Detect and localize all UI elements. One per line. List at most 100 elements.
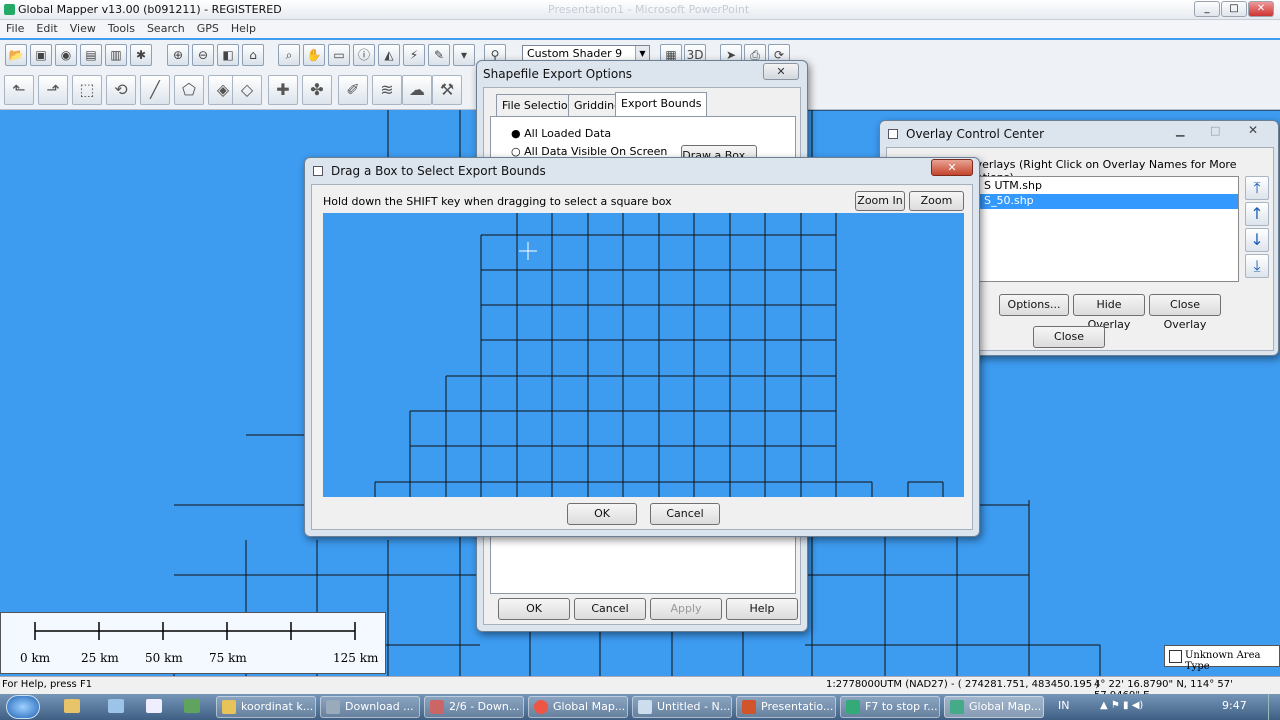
full-view-icon[interactable]: ◧	[217, 44, 239, 66]
overlay-close-icon[interactable]: ✕	[1248, 123, 1258, 137]
catalog-icon[interactable]: ▤	[80, 44, 102, 66]
scale-ruler	[34, 622, 356, 640]
shapefile-help-button[interactable]: Help	[726, 598, 798, 620]
hide-overlay-button[interactable]: Hide Overlay	[1073, 294, 1145, 331]
config-icon[interactable]: ▥	[105, 44, 127, 66]
quicklaunch-folder-icon[interactable]	[64, 699, 80, 713]
menu-search[interactable]: Search	[141, 20, 191, 35]
save-icon[interactable]: ▣	[30, 44, 52, 66]
open-icon[interactable]: 📂	[5, 44, 27, 66]
overlay-minimize-icon[interactable]: ▁	[1176, 124, 1184, 137]
tools-icon[interactable]: ✱	[130, 44, 152, 66]
move-icon[interactable]: ⬏	[38, 75, 68, 105]
status-help: For Help, press F1	[2, 679, 93, 690]
task-powerpoint[interactable]: Presentatio...	[736, 696, 836, 718]
tray-icons[interactable]: ▲ ⚑ ▮ ◀)	[1100, 700, 1143, 711]
zoom-in-button[interactable]: Zoom In	[855, 191, 905, 211]
point-icon[interactable]: ✚	[268, 75, 298, 105]
overlay-close-button[interactable]: Close	[1033, 326, 1105, 348]
menu-bar: File Edit View Tools Search GPS Help	[0, 20, 1280, 38]
rotate-icon[interactable]: ⟲	[106, 75, 136, 105]
quicklaunch-desktop-icon[interactable]	[146, 699, 162, 713]
drag-ok-button[interactable]: OK	[567, 503, 637, 525]
language-indicator[interactable]: IN	[1058, 699, 1069, 712]
task-global-mapper-browser[interactable]: Global Map...	[528, 696, 628, 718]
menu-gps[interactable]: GPS	[191, 20, 225, 35]
menu-help[interactable]: Help	[225, 20, 262, 35]
task-recorder[interactable]: F7 to stop r...	[840, 696, 940, 718]
start-button[interactable]	[6, 695, 40, 719]
task-label-4: Untitled - N...	[657, 700, 731, 713]
path-profile-icon[interactable]: ◭	[378, 44, 400, 66]
zoom-out-icon[interactable]: ⊖	[192, 44, 214, 66]
menu-tools[interactable]: Tools	[102, 20, 141, 35]
close-overlay-button[interactable]: Close Overlay	[1149, 294, 1221, 331]
app-icon	[4, 4, 15, 15]
zoom-in-icon[interactable]: ⊕	[167, 44, 189, 66]
line-icon[interactable]: ╱	[140, 75, 170, 105]
radio-all-loaded[interactable]: ● All Loaded Data	[511, 127, 611, 140]
digitizer-icon[interactable]: ✎	[428, 44, 450, 66]
quicklaunch-app-icon[interactable]	[184, 699, 200, 713]
menu-file[interactable]: File	[0, 20, 30, 35]
brush-icon[interactable]: ⚒	[432, 75, 462, 105]
tab-export-bounds[interactable]: Export Bounds	[615, 92, 708, 116]
zoom-tool-icon[interactable]: ⌕	[278, 44, 300, 66]
move-up-icon[interactable]: ↑	[1245, 202, 1269, 226]
drag-cancel-button[interactable]: Cancel	[650, 503, 720, 525]
move-top-icon[interactable]: ⤒	[1245, 176, 1269, 200]
maximize-button[interactable]: □	[1221, 1, 1247, 17]
main-toolbar: 📂 ▣ ◉ ▤ ▥ ✱ ⊕ ⊖ ◧ ⌂ ⌕ ✋ ▭ ⓘ ◭ ⚡ ✎ ▾	[0, 40, 520, 70]
zoom-out-button[interactable]: Zoom Out	[909, 191, 964, 225]
drag-dialog-close-icon[interactable]: ✕	[931, 159, 973, 176]
tower-icon[interactable]: ⚡	[403, 44, 425, 66]
task-koordinat[interactable]: koordinat k...	[216, 696, 316, 718]
globe-icon[interactable]: ◉	[55, 44, 77, 66]
show-desktop-button[interactable]	[1268, 694, 1280, 720]
task-label-1: Download ...	[345, 700, 414, 713]
task-download-progress[interactable]: 2/6 - Down...	[424, 696, 524, 718]
shapefile-cancel-button[interactable]: Cancel	[574, 598, 646, 620]
task-label-5: Presentatio...	[761, 700, 834, 713]
overlay-item-0[interactable]: S UTM.shp	[964, 179, 1238, 193]
drag-box-dialog: Drag a Box to Select Export Bounds ✕ Hol…	[304, 157, 980, 537]
home-icon[interactable]: ⌂	[242, 44, 264, 66]
move-bottom-icon[interactable]: ⤓	[1245, 254, 1269, 278]
node-icon[interactable]: ✤	[302, 75, 332, 105]
overlay-item-1[interactable]: S_50.shp	[964, 194, 1238, 209]
task-download[interactable]: Download ...	[320, 696, 420, 718]
task-global-mapper[interactable]: Global Map...	[944, 696, 1044, 718]
area-icon[interactable]: ⬚	[72, 75, 102, 105]
shapefile-close-icon[interactable]: ✕	[763, 63, 799, 80]
pencil-icon[interactable]: ✐	[338, 75, 368, 105]
scale-label-0: 0 km	[20, 651, 51, 665]
minimize-button[interactable]: _	[1194, 1, 1220, 17]
quicklaunch-search-icon[interactable]	[108, 699, 124, 713]
close-window-button[interactable]: ✕	[1248, 1, 1274, 17]
menu-view[interactable]: View	[64, 20, 102, 35]
overlay-maximize-icon[interactable]: □	[1210, 124, 1220, 137]
export-bounds-map[interactable]	[323, 213, 964, 497]
legend-unknown-area: Unknown Area Type	[1185, 650, 1261, 672]
menu-edit[interactable]: Edit	[30, 20, 63, 35]
shapefile-apply-button[interactable]: Apply	[650, 598, 722, 620]
move-down-icon[interactable]: ↓	[1245, 228, 1269, 252]
polygon-icon[interactable]: ⬠	[174, 75, 204, 105]
options-button[interactable]: Options...	[999, 294, 1069, 316]
task-notepad[interactable]: Untitled - N...	[632, 696, 732, 718]
edit-vertex-icon[interactable]: ⬑	[4, 75, 34, 105]
grid-icon[interactable]: ◇	[232, 75, 262, 105]
feature-info-icon[interactable]: ⓘ	[353, 44, 375, 66]
dropdown-icon[interactable]: ▾	[453, 44, 475, 66]
app-title-bar: Global Mapper v13.00 (b091211) - REGISTE…	[0, 0, 1280, 20]
crosshair-cursor-icon	[519, 242, 537, 260]
status-bar: For Help, press F1 1:2778000 UTM (NAD27)…	[0, 676, 1280, 701]
road-icon[interactable]: ≋	[372, 75, 402, 105]
task-label-2: 2/6 - Down...	[449, 700, 520, 713]
scale-bar: 0 km 25 km 50 km 75 km 125 km	[0, 612, 386, 674]
digitizer-toolbar: ⬑ ⬏ ⬚ ⟲ ╱ ⬠ ◈ ◇ ✚ ✤ ✐ ≋ ☁ ⚒	[0, 70, 480, 110]
pan-icon[interactable]: ✋	[303, 44, 325, 66]
cloud-icon[interactable]: ☁	[402, 75, 432, 105]
measure-icon[interactable]: ▭	[328, 44, 350, 66]
shapefile-ok-button[interactable]: OK	[498, 598, 570, 620]
